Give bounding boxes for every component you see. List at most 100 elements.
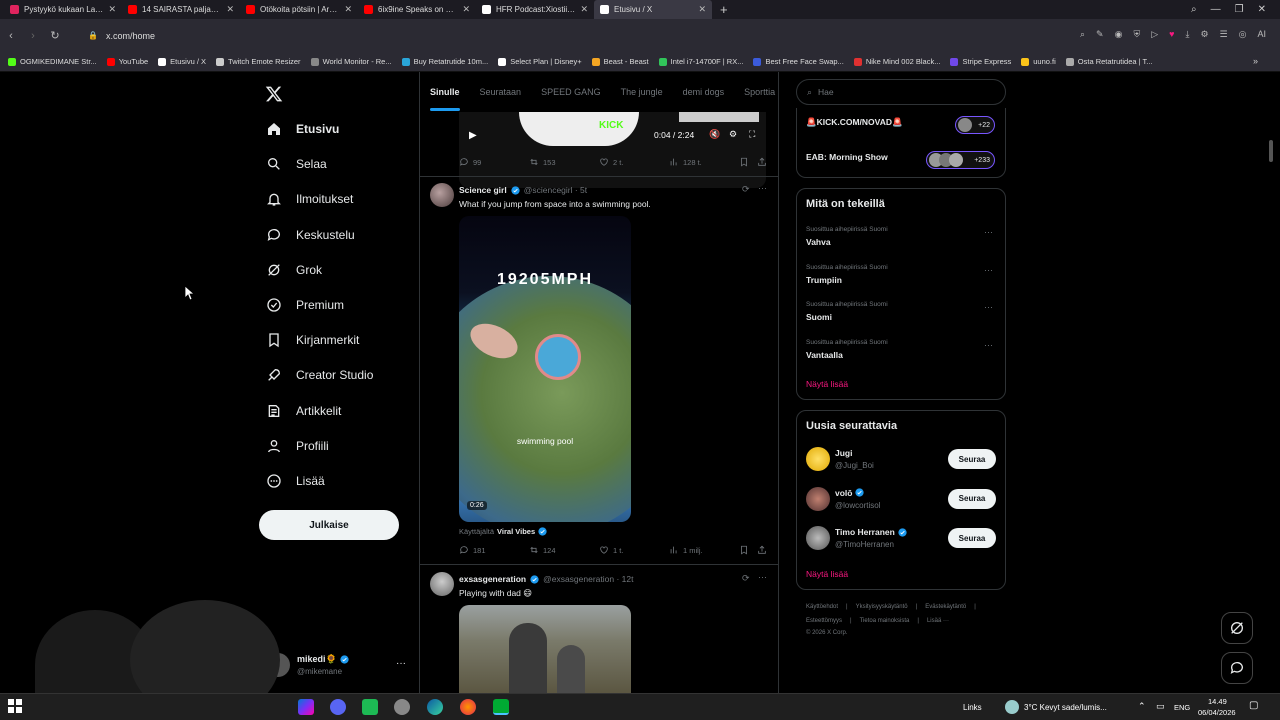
account-name[interactable]: mikedi🌻 xyxy=(297,654,349,665)
views-button[interactable]: 1 milj. xyxy=(669,545,739,555)
app-icon-7[interactable] xyxy=(493,699,509,715)
account-more-icon[interactable]: ··· xyxy=(396,658,406,669)
trend-more-icon[interactable]: ··· xyxy=(984,340,993,350)
live-item-0[interactable]: 🚨KICK.COM/NOVAD🚨 xyxy=(806,117,903,128)
back-button[interactable]: ‹ xyxy=(0,30,22,42)
trend-name[interactable]: Vahva xyxy=(806,237,831,247)
share-button[interactable] xyxy=(757,545,767,555)
sidebar-item-creator-studio[interactable]: Creator Studio xyxy=(266,367,373,383)
sidebar-item-ilmoitukset[interactable]: Ilmoitukset xyxy=(266,191,353,207)
clock-time[interactable]: 14.49 xyxy=(1208,697,1227,706)
bookmark-item[interactable]: Stripe Express xyxy=(950,57,1021,66)
tweet2-avatar[interactable] xyxy=(430,572,454,596)
bookmark-item[interactable]: OGMIKEDIMANE Str... xyxy=(8,57,107,66)
feed-tab[interactable]: The jungle xyxy=(611,87,673,97)
share-button[interactable] xyxy=(757,157,767,167)
bookmark-button[interactable] xyxy=(739,545,757,555)
tweet1-avatar[interactable] xyxy=(430,183,454,207)
camera-icon[interactable]: ◉ xyxy=(1115,29,1123,40)
like-button[interactable]: 2 t. xyxy=(599,157,669,167)
edge-icon[interactable] xyxy=(427,699,443,715)
tab-close-icon[interactable]: ✕ xyxy=(108,4,116,15)
live-item-1[interactable]: EAB: Morning Show xyxy=(806,152,888,162)
minimize-button[interactable]: — xyxy=(1211,4,1221,15)
bookmark-item[interactable]: Intel i7-14700F | RX... xyxy=(658,57,754,66)
follow-name[interactable]: Jugi xyxy=(835,448,852,458)
reply-button[interactable]: 99 xyxy=(459,157,529,167)
bookmark-item[interactable]: World Monitor - Re... xyxy=(310,57,402,66)
heart-icon[interactable]: ♥ xyxy=(1169,29,1174,40)
sidebar-item-profiili[interactable]: Profiili xyxy=(266,438,329,454)
search-box[interactable]: ⌕ Hae xyxy=(796,79,1006,105)
tweet1-author-name[interactable]: Science girl xyxy=(459,185,507,195)
repost-button[interactable]: 124 xyxy=(529,545,599,555)
sidebar-item-grok[interactable]: Grok xyxy=(266,262,322,278)
notification-icon[interactable]: ▢ xyxy=(1249,700,1258,711)
settings-icon[interactable]: ⚙ xyxy=(729,129,737,140)
extension-icon[interactable]: ⚙ xyxy=(1200,29,1208,40)
bookmark-item[interactable]: Osta Retatrutidea | T... xyxy=(1065,57,1163,66)
reply-button[interactable]: 181 xyxy=(459,545,529,555)
language-indicator[interactable]: ENG xyxy=(1174,703,1190,712)
app-icon-1[interactable] xyxy=(298,699,314,715)
trend-more-icon[interactable]: ··· xyxy=(984,227,993,237)
bookmark-item[interactable]: Twitch Emote Resizer xyxy=(216,57,311,66)
ai-icon[interactable]: AI xyxy=(1257,29,1266,40)
bookmark-item[interactable]: Beast - Beast xyxy=(591,57,659,66)
app-icon-3[interactable] xyxy=(362,699,378,715)
follow-name[interactable]: Timo Herranen xyxy=(835,527,907,537)
grok-fab[interactable] xyxy=(1221,612,1253,644)
trend-name[interactable]: Vantaalla xyxy=(806,350,843,360)
feed-tab[interactable]: SPEED GANG xyxy=(531,87,611,97)
feed-tab[interactable]: Seurataan xyxy=(470,87,532,97)
bookmark-button[interactable] xyxy=(739,157,757,167)
live-avatars-1[interactable]: +233 xyxy=(926,151,995,169)
tweet2-handle[interactable]: @exsasgeneration · 12t xyxy=(543,574,633,584)
trend-more-icon[interactable]: ··· xyxy=(984,265,993,275)
tray-chevron-icon[interactable]: ⌃ xyxy=(1138,701,1146,712)
tweet1-video[interactable]: 19205MPH swimming pool 0:26 xyxy=(459,216,631,522)
follow-name[interactable]: volō xyxy=(835,488,865,498)
feed-tab[interactable]: Sporttia S xyxy=(734,87,778,97)
follow-avatar[interactable] xyxy=(806,486,830,511)
sidebar-item-premium[interactable]: Premium xyxy=(266,297,344,313)
download-icon[interactable]: ⤓ xyxy=(1185,29,1189,40)
bookmarks-overflow-icon[interactable]: » xyxy=(1253,56,1258,66)
follow-show-more[interactable]: Näytä lisää xyxy=(806,569,848,579)
tab-close-icon[interactable]: ✕ xyxy=(698,4,706,15)
tweet2-author-name[interactable]: exsasgeneration xyxy=(459,574,526,584)
zoom-icon[interactable]: ⌕ xyxy=(1080,29,1085,40)
sidebar-item-etusivu[interactable]: Etusivu xyxy=(266,121,339,137)
grok-icon[interactable]: ⟳ xyxy=(742,184,750,195)
bookmark-item[interactable]: Select Plan | Disney+ xyxy=(498,57,591,66)
maximize-button[interactable]: ❐ xyxy=(1235,4,1244,15)
sidebar-item-selaa[interactable]: Selaa xyxy=(266,156,327,172)
messages-fab[interactable] xyxy=(1221,652,1253,684)
bookmark-item[interactable]: Best Free Face Swap... xyxy=(753,57,853,66)
profile-icon[interactable]: ◎ xyxy=(1239,29,1247,40)
sidebar-item-artikkelit[interactable]: Artikkelit xyxy=(266,403,341,419)
firefox-icon[interactable] xyxy=(460,699,476,715)
browser-tab-2[interactable]: Otökoita pötsiin | Arvostel ✕ xyxy=(240,0,358,19)
play-icon[interactable]: ▷ xyxy=(1151,29,1158,40)
browser-tab-0[interactable]: Pystyykö kukaan Lahdess ✕ xyxy=(4,0,122,19)
mute-icon[interactable]: 🔇 xyxy=(709,129,720,140)
live-avatars-0[interactable]: +22 xyxy=(955,116,995,134)
bookmark-item[interactable]: Etusivu / X xyxy=(158,57,216,66)
network-icon[interactable]: ▭ xyxy=(1156,701,1165,712)
start-icon[interactable] xyxy=(8,699,24,715)
grok-icon[interactable]: ⟳ xyxy=(742,573,750,584)
page-scrollbar[interactable] xyxy=(1269,140,1273,162)
url-field[interactable]: 🔒 x.com/home xyxy=(88,31,155,41)
trends-show-more[interactable]: Näytä lisää xyxy=(806,379,848,389)
tab-close-icon[interactable]: ✕ xyxy=(462,4,470,15)
tweet2-video[interactable] xyxy=(459,605,631,693)
sidebar-item-keskustelu[interactable]: Keskustelu xyxy=(266,227,355,243)
follow-button[interactable]: Seuraa xyxy=(948,449,996,469)
feed-tab[interactable]: Sinulle xyxy=(420,87,470,111)
follow-button[interactable]: Seuraa xyxy=(948,488,996,509)
tab-close-icon[interactable]: ✕ xyxy=(344,4,352,15)
bookmark-item[interactable]: YouTube xyxy=(106,57,158,66)
forward-button[interactable]: › xyxy=(22,30,44,42)
like-button[interactable]: 1 t. xyxy=(599,545,669,555)
